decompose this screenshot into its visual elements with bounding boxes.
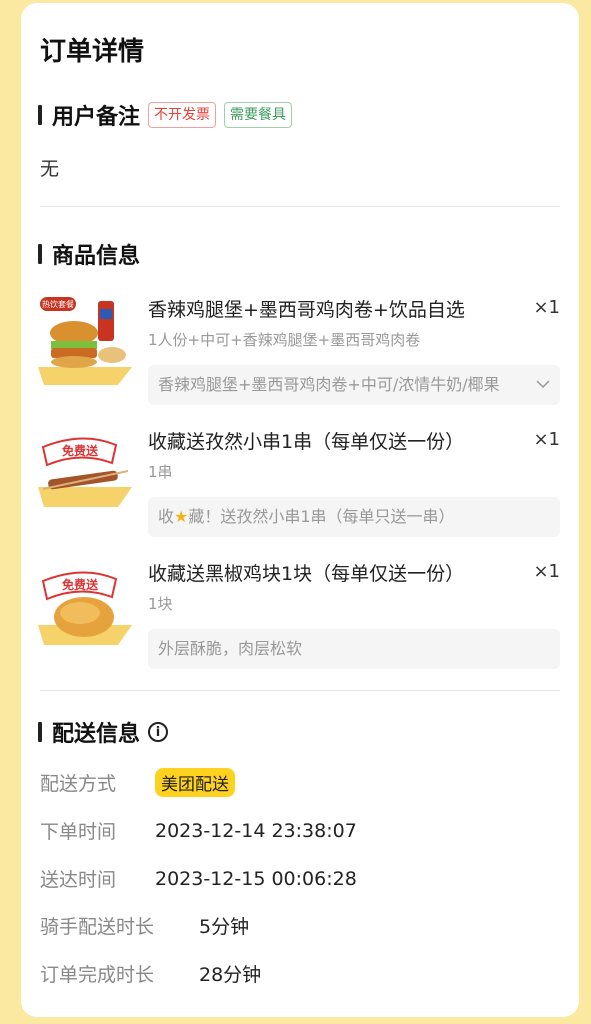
product-detail-box[interactable]: 香辣鸡腿堡+墨西哥鸡肉卷+中可/浓情牛奶/椰果	[148, 365, 560, 405]
product-detail-box: 外层酥脆，肉层松软	[148, 629, 560, 669]
image-badge-text: 热饮套餐	[42, 299, 74, 309]
product-quantity: ×1	[533, 297, 560, 318]
divider	[40, 690, 560, 691]
product-detail-prefix: 收	[158, 507, 175, 526]
order-time-row: 下单时间 2023-12-14 23:38:07	[40, 817, 357, 844]
product-name: 收藏送孜然小串1串（每单仅送一份）	[148, 431, 465, 453]
user-note-title: 用户备注	[52, 105, 141, 130]
delivery-method-badge: 美团配送	[155, 768, 235, 797]
image-badge-text: 免费送	[62, 577, 99, 592]
product-detail-text: 香辣鸡腿堡+墨西哥鸡肉卷+中可/浓情牛奶/椰果	[158, 375, 500, 394]
order-detail-card: 订单详情 用户备注 不开发票 需要餐具 无 商品信息 热饮套餐 香辣鸡腿堡+墨西…	[21, 3, 579, 1017]
product-detail-text: 外层酥脆，肉层松软	[158, 639, 303, 658]
completion-duration-row: 订单完成时长 28分钟	[40, 960, 261, 987]
nugget-image: 免费送	[38, 571, 132, 645]
product-quantity: ×1	[533, 561, 560, 582]
delivery-method-label: 配送方式	[40, 773, 117, 795]
product-name: 香辣鸡腿堡+墨西哥鸡肉卷+饮品自选	[148, 299, 465, 321]
order-time-value: 2023-12-14 23:38:07	[155, 819, 357, 842]
order-time-label: 下单时间	[40, 821, 117, 843]
products-header: 商品信息	[38, 238, 140, 270]
rider-duration-row: 骑手配送时长 5分钟	[40, 912, 249, 939]
delivered-time-value: 2023-12-15 00:06:28	[155, 867, 357, 890]
need-cutlery-tag: 需要餐具	[224, 102, 293, 128]
product-spec: 1人份+中可+香辣鸡腿堡+墨西哥鸡肉卷	[148, 331, 421, 349]
section-marker	[38, 105, 42, 125]
user-note-header: 用户备注 不开发票 需要餐具	[38, 99, 293, 131]
page-title: 订单详情	[40, 37, 145, 67]
delivery-method-row: 配送方式 美团配送	[40, 768, 235, 797]
delivered-time-row: 送达时间 2023-12-15 00:06:28	[40, 865, 357, 892]
section-marker	[38, 244, 42, 264]
rider-duration-value: 5分钟	[199, 916, 250, 938]
section-marker	[38, 722, 42, 742]
burger-combo-image: 热饮套餐	[38, 297, 132, 385]
completion-duration-value: 28分钟	[199, 964, 262, 986]
completion-duration-label: 订单完成时长	[40, 964, 155, 986]
star-icon: ★	[174, 507, 189, 526]
no-invoice-tag: 不开发票	[148, 102, 217, 128]
delivered-time-label: 送达时间	[40, 869, 117, 891]
delivery-header: 配送信息 i	[38, 716, 169, 748]
product-detail-suffix: 藏！送孜然小串1串（每单只送一串）	[188, 507, 455, 526]
user-note-content: 无	[40, 158, 60, 180]
product-item[interactable]: 免费送 收藏送孜然小串1串（每单仅送一份） ×1 1串 收★藏！送孜然小串1串（…	[38, 427, 560, 547]
product-quantity: ×1	[533, 429, 560, 450]
products-title: 商品信息	[52, 244, 141, 269]
product-spec: 1块	[148, 595, 173, 613]
divider	[40, 206, 560, 207]
chevron-down-icon[interactable]	[536, 365, 550, 405]
skewer-image: 免费送	[38, 437, 132, 507]
info-icon[interactable]: i	[148, 722, 169, 742]
product-name: 收藏送黑椒鸡块1块（每单仅送一份）	[148, 563, 465, 585]
product-detail-box: 收★藏！送孜然小串1串（每单只送一串）	[148, 497, 560, 537]
image-badge-text: 免费送	[62, 443, 99, 458]
product-spec: 1串	[148, 463, 173, 481]
product-item[interactable]: 免费送 收藏送黑椒鸡块1块（每单仅送一份） ×1 1块 外层酥脆，肉层松软	[38, 559, 560, 679]
rider-duration-label: 骑手配送时长	[40, 916, 155, 938]
product-item[interactable]: 热饮套餐 香辣鸡腿堡+墨西哥鸡肉卷+饮品自选 ×1 1人份+中可+香辣鸡腿堡+墨…	[38, 295, 560, 415]
delivery-title: 配送信息	[52, 722, 141, 747]
